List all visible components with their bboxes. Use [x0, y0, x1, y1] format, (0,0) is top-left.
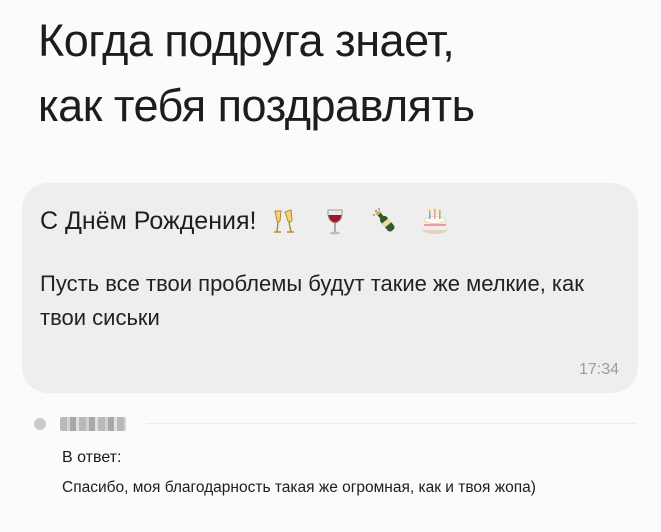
reply-label: В ответ:	[62, 449, 122, 466]
emoji-row	[270, 206, 450, 236]
wine-glass-icon	[320, 206, 350, 236]
avatar[interactable]	[34, 418, 46, 430]
caption-line-2: как тебя поздравлять	[38, 80, 475, 131]
message-timestamp: 17:34	[578, 361, 619, 378]
message-greeting-row: С Днём Рождения!	[40, 206, 450, 236]
meme-caption: Когда подруга знает, как тебя поздравлят…	[38, 8, 475, 138]
clinking-glasses-icon	[270, 206, 300, 236]
blurred-username	[60, 417, 126, 431]
birthday-cake-icon	[420, 206, 450, 236]
champagne-bottle-icon	[370, 206, 400, 236]
divider	[146, 423, 637, 424]
message-body: Пусть все твои проблемы будут такие же м…	[40, 271, 584, 330]
reply-text: Спасибо, моя благодарность такая же огро…	[62, 479, 536, 496]
message-greeting: С Днём Рождения!	[40, 206, 257, 235]
caption-line-1: Когда подруга знает,	[38, 15, 455, 66]
